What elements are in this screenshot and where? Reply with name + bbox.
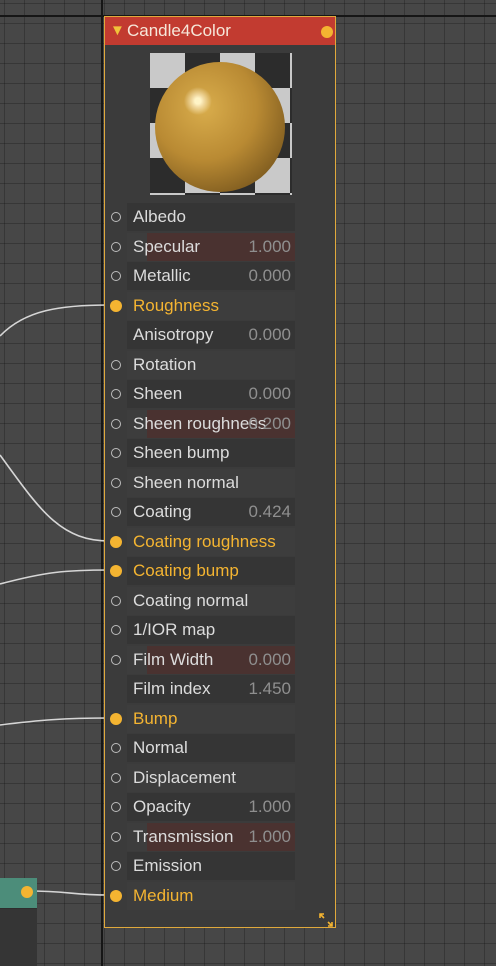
pin-value[interactable]: 0.000	[205, 646, 291, 674]
pin-row[interactable]: Roughness	[105, 291, 335, 321]
pin-row[interactable]: Coating normal	[105, 586, 335, 616]
pin-row[interactable]: Normal	[105, 734, 335, 763]
resize-corner-icon[interactable]	[319, 913, 333, 927]
pin-row[interactable]: Sheen normal	[105, 468, 335, 498]
pin-row[interactable]: Rotation	[105, 350, 335, 380]
input-pin-icon[interactable]	[111, 359, 121, 370]
input-pin-icon[interactable]	[111, 595, 121, 606]
pin-label: 1/IOR map	[133, 620, 216, 639]
input-pin-icon[interactable]	[111, 654, 121, 665]
triangle-down-icon[interactable]: ▼	[110, 17, 126, 45]
input-pin-icon[interactable]	[111, 477, 121, 488]
pin-label: Coating roughness	[133, 531, 276, 551]
pin-value[interactable]: 0.200	[205, 410, 291, 438]
pin-label: Roughness	[133, 295, 220, 315]
pin-row[interactable]: Emission	[105, 852, 335, 881]
preview-sphere	[155, 62, 285, 192]
input-pin-icon[interactable]	[111, 743, 121, 753]
pin-label: Sheen	[133, 384, 183, 403]
pin-row[interactable]: Coating bump	[105, 557, 335, 586]
pin-value[interactable]: 0.424	[205, 498, 291, 526]
pin-row[interactable]: Displacement	[105, 763, 335, 793]
pin-value[interactable]: 1.000	[205, 823, 291, 851]
input-pin-icon[interactable]	[111, 212, 121, 222]
input-pin-icon[interactable]	[111, 861, 121, 871]
input-pin-icon[interactable]	[111, 271, 121, 281]
pin-row[interactable]: Transmission 1.000	[105, 822, 335, 852]
pin-label: Sheen bump	[133, 443, 230, 462]
connected-pin-icon[interactable]	[110, 535, 122, 548]
pin-value[interactable]: 0.000	[205, 380, 291, 408]
pin-row[interactable]: Coating roughness	[105, 527, 335, 557]
pin-row[interactable]: Coating 0.424	[105, 498, 335, 527]
pin-row[interactable]: Film index 1.450	[105, 675, 335, 704]
pin-label: Displacement	[133, 767, 236, 787]
pin-row[interactable]: Sheen bump	[105, 439, 335, 468]
pin-row[interactable]: Bump	[105, 704, 335, 734]
pin-label: Anisotropy	[133, 325, 214, 344]
output-pin-icon[interactable]	[321, 26, 333, 38]
pin-row[interactable]: Opacity 1.000	[105, 793, 335, 822]
wire-roughness	[0, 304, 111, 337]
pin-row[interactable]: Anisotropy 0.000	[105, 321, 335, 350]
pin-value[interactable]: 1.000	[205, 233, 291, 261]
input-pin-icon[interactable]	[111, 772, 121, 783]
pin-label: Normal	[133, 738, 188, 757]
pin-label: Coating normal	[133, 590, 249, 610]
wire-medium	[26, 890, 111, 896]
pin-row[interactable]: Albedo	[105, 203, 335, 232]
source-node-header[interactable]	[0, 878, 37, 909]
pin-label: Metallic	[133, 266, 191, 285]
pin-row[interactable]: Film Width 0.000	[105, 645, 335, 675]
wire-coating-roughness	[0, 454, 111, 542]
pin-label: Film Width	[133, 649, 214, 669]
output-pin-icon[interactable]	[21, 886, 33, 898]
pin-label: Sheen normal	[133, 472, 239, 492]
node-title: Candle4Color	[127, 21, 231, 40]
input-pin-icon[interactable]	[111, 507, 121, 517]
input-pin-icon[interactable]	[111, 241, 121, 252]
pin-row[interactable]: Medium	[105, 881, 335, 911]
input-pin-icon[interactable]	[111, 418, 121, 429]
material-node[interactable]: ▼ Candle4Color Albedo Specular 1.000 Metall…	[104, 16, 336, 928]
pin-row[interactable]: 1/IOR map	[105, 616, 335, 645]
pin-row[interactable]: Sheen roughness 0.200	[105, 409, 335, 439]
pin-label: Medium	[133, 885, 194, 905]
pin-value[interactable]: 1.450	[205, 675, 291, 703]
source-node[interactable]	[0, 878, 37, 966]
input-pin-icon[interactable]	[111, 831, 121, 842]
pin-label: Specular	[133, 236, 201, 256]
material-preview	[150, 53, 292, 195]
input-pin-icon[interactable]	[111, 802, 121, 812]
connected-pin-icon[interactable]	[110, 889, 122, 902]
pin-label: Coating bump	[133, 561, 239, 580]
connected-pin-icon[interactable]	[110, 299, 122, 312]
canvas-axis-vertical	[101, 0, 103, 966]
connected-pin-icon[interactable]	[110, 712, 122, 725]
pin-label: Opacity	[133, 797, 191, 816]
node-header[interactable]: ▼ Candle4Color	[105, 17, 335, 45]
input-pin-icon[interactable]	[111, 448, 121, 458]
pin-row[interactable]: Sheen 0.000	[105, 380, 335, 409]
pin-value[interactable]: 0.000	[205, 321, 291, 349]
pin-label: Albedo	[133, 207, 186, 226]
pin-row[interactable]: Specular 1.000	[105, 232, 335, 262]
wire-bump	[0, 717, 111, 726]
input-pin-icon[interactable]	[111, 625, 121, 635]
pin-label: Emission	[133, 856, 202, 875]
pin-value[interactable]: 1.000	[205, 793, 291, 821]
input-pin-icon[interactable]	[111, 389, 121, 399]
pin-label: Film index	[133, 679, 211, 698]
pin-value[interactable]: 0.000	[205, 262, 291, 290]
pin-label: Coating	[133, 502, 192, 521]
pin-label: Bump	[133, 708, 178, 728]
pin-label: Rotation	[133, 354, 197, 374]
pin-row[interactable]: Metallic 0.000	[105, 262, 335, 291]
wire-coating-bump	[0, 569, 111, 585]
connected-pin-icon[interactable]	[110, 565, 122, 577]
